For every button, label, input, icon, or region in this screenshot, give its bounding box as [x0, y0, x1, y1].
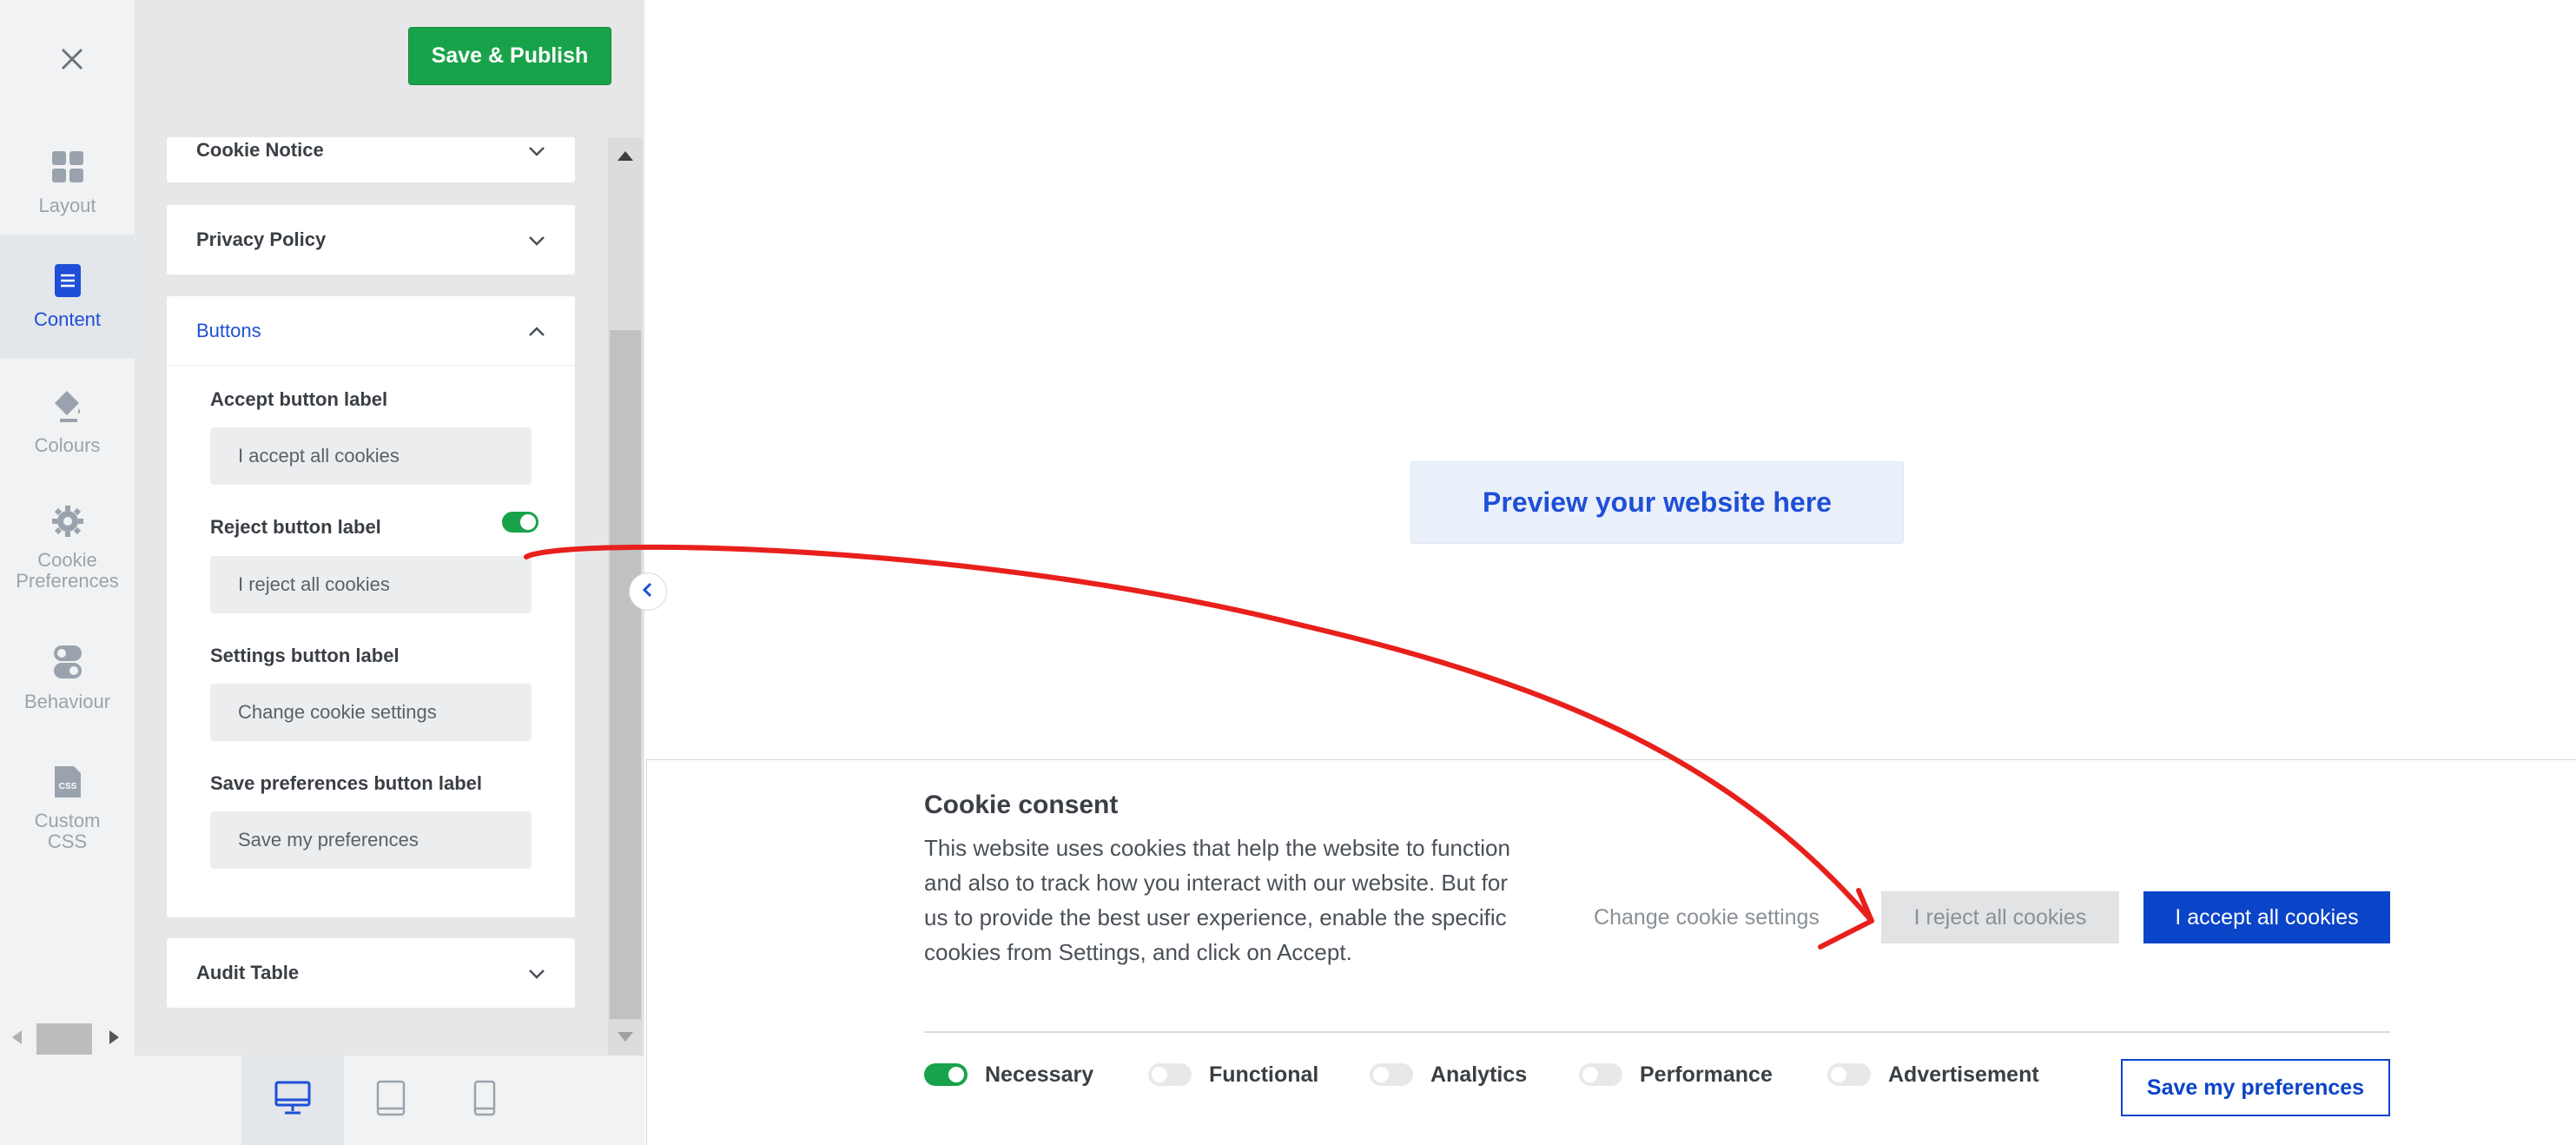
tablet-icon	[376, 1080, 406, 1121]
section-title-privacy-policy: Privacy Policy	[196, 228, 327, 250]
rail-label-cookie-preferences: Cookie Preferences	[16, 548, 119, 592]
consent-title: Cookie consent	[924, 791, 1119, 819]
scroll-left-arrow-icon[interactable]	[12, 1030, 22, 1044]
category-performance[interactable]: Performance	[1579, 1060, 1773, 1089]
settings-label-caption: Settings button label	[210, 645, 400, 666]
rail-label-behaviour: Behaviour	[23, 690, 111, 712]
reject-button-toggle[interactable]	[502, 512, 538, 533]
device-switcher	[135, 1056, 644, 1145]
grid-icon	[50, 149, 85, 189]
rail-label-layout: Layout	[38, 194, 96, 216]
section-cookie-notice[interactable]: Cookie Notice	[167, 137, 575, 182]
reject-all-button[interactable]: I reject all cookies	[1881, 891, 2119, 943]
category-label: Functional	[1209, 1062, 1319, 1087]
chevron-down-icon	[528, 139, 545, 162]
icon-rail: Layout Content Colours Cookie Preference…	[0, 0, 135, 1145]
category-label: Necessary	[985, 1062, 1094, 1087]
reject-label-input[interactable]: I reject all cookies	[210, 556, 532, 613]
rail-item-behaviour[interactable]: Behaviour	[0, 634, 135, 721]
category-label: Performance	[1640, 1062, 1773, 1087]
chevron-down-icon	[528, 228, 545, 251]
necessary-toggle[interactable]	[924, 1063, 968, 1086]
save-preferences-label-caption: Save preferences button label	[210, 772, 482, 794]
consent-text: This website uses cookies that help the …	[924, 835, 1510, 965]
gear-icon	[50, 504, 85, 543]
category-advertisement[interactable]: Advertisement	[1827, 1060, 2039, 1089]
divider	[924, 1031, 2390, 1033]
document-icon	[54, 263, 82, 302]
rail-label-colours: Colours	[34, 434, 101, 456]
reject-label-caption: Reject button label	[210, 516, 381, 538]
css-file-icon: CSS	[53, 764, 83, 804]
device-mobile[interactable]	[433, 1056, 536, 1145]
advertisement-toggle[interactable]	[1827, 1063, 1871, 1086]
rail-label-custom-css: Custom CSS	[34, 809, 101, 852]
settings-label-input[interactable]: Change cookie settings	[210, 684, 532, 741]
horizontal-scrollbar[interactable]	[0, 1016, 135, 1060]
section-title-audit-table: Audit Table	[196, 962, 300, 983]
rail-label-content: Content	[33, 308, 102, 330]
rail-item-content[interactable]: Content	[0, 235, 135, 358]
svg-text:CSS: CSS	[58, 782, 76, 791]
device-tablet[interactable]	[340, 1056, 442, 1145]
section-buttons: Buttons Accept button label I accept all…	[167, 296, 575, 917]
analytics-toggle[interactable]	[1370, 1063, 1413, 1086]
rail-item-layout[interactable]: Layout	[0, 132, 135, 233]
category-label: Analytics	[1430, 1062, 1528, 1087]
accept-label-input[interactable]: I accept all cookies	[210, 427, 532, 485]
chevron-down-icon	[528, 962, 545, 984]
save-preferences-label-input[interactable]: Save my preferences	[210, 811, 532, 869]
change-settings-button[interactable]: Change cookie settings	[1581, 891, 1833, 943]
section-audit-table[interactable]: Audit Table	[167, 938, 575, 1008]
category-analytics[interactable]: Analytics	[1370, 1060, 1527, 1089]
rail-item-colours[interactable]: Colours	[0, 374, 135, 469]
rail-item-custom-css[interactable]: CSS Custom CSS	[0, 756, 135, 860]
section-title-cookie-notice: Cookie Notice	[196, 139, 324, 161]
performance-toggle[interactable]	[1579, 1063, 1622, 1086]
functional-toggle[interactable]	[1148, 1063, 1192, 1086]
section-privacy-policy[interactable]: Privacy Policy	[167, 205, 575, 275]
save-publish-button[interactable]: Save & Publish	[408, 27, 611, 85]
rail-item-cookie-preferences[interactable]: Cookie Preferences	[0, 495, 135, 599]
section-title-buttons: Buttons	[196, 319, 261, 341]
accept-label-caption: Accept button label	[210, 388, 388, 410]
scroll-up-arrow-icon[interactable]	[618, 151, 633, 161]
scroll-down-arrow-icon[interactable]	[618, 1032, 633, 1042]
desktop-icon	[274, 1081, 311, 1120]
paint-bucket-icon	[50, 387, 86, 428]
category-label: Advertisement	[1888, 1062, 2039, 1087]
toggle-icon	[52, 644, 83, 685]
settings-panel: Save & Publish Cookie Notice Privacy Pol…	[135, 0, 644, 1056]
close-icon[interactable]	[45, 38, 99, 80]
collapse-panel-button[interactable]	[629, 572, 667, 611]
scrollbar-thumb[interactable]	[36, 1023, 92, 1055]
mobile-icon	[473, 1080, 496, 1121]
accept-all-button[interactable]: I accept all cookies	[2143, 891, 2390, 943]
section-header-buttons[interactable]: Buttons	[167, 296, 575, 366]
scroll-right-arrow-icon[interactable]	[109, 1030, 119, 1044]
save-preferences-button[interactable]: Save my preferences	[2121, 1059, 2390, 1116]
scrollbar-thumb[interactable]	[610, 330, 641, 1019]
category-functional[interactable]: Functional	[1148, 1060, 1318, 1089]
chevron-left-icon	[642, 582, 654, 602]
device-desktop[interactable]	[241, 1056, 344, 1145]
category-necessary[interactable]: Necessary	[924, 1060, 1093, 1089]
chevron-up-icon	[528, 320, 545, 342]
preview-placeholder: Preview your website here	[1410, 461, 1904, 544]
